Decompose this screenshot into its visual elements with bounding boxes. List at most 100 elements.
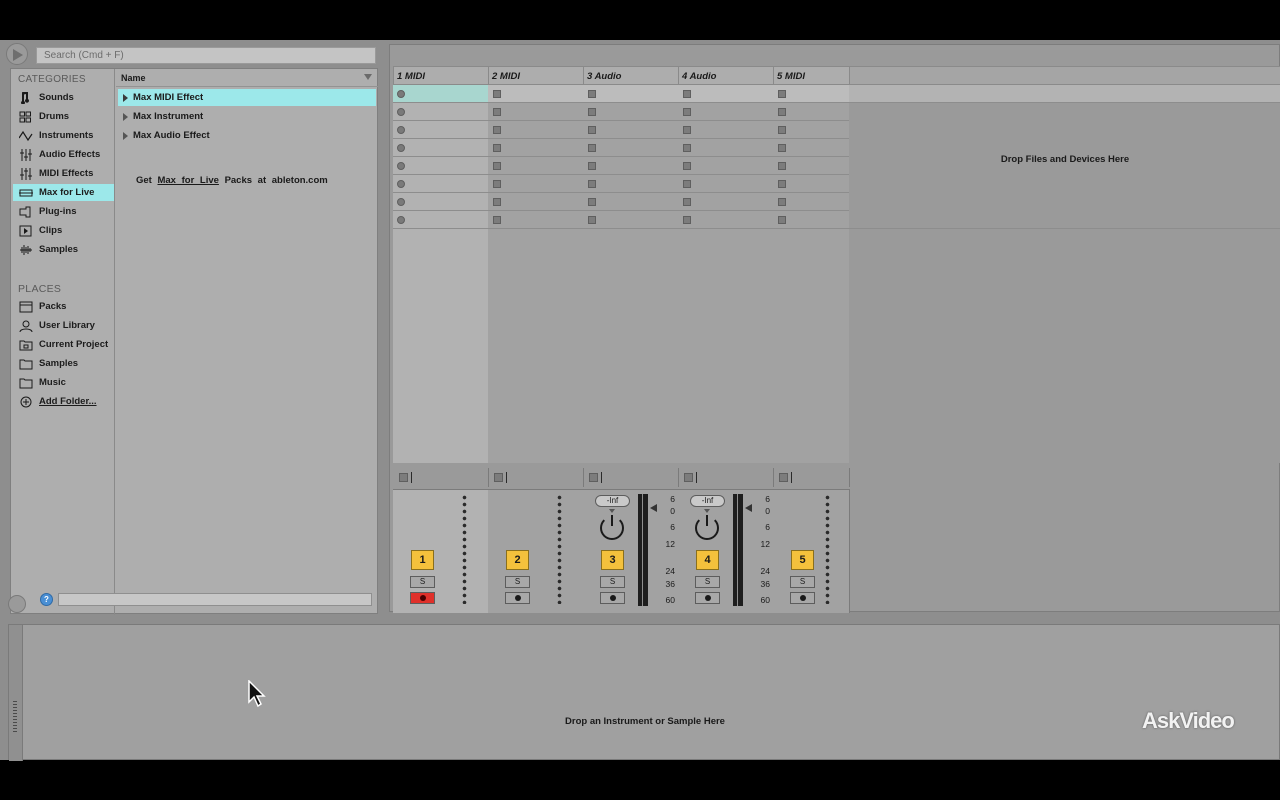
track-header-3[interactable]: 3 Audio [583, 66, 679, 85]
clip-slot[interactable] [773, 121, 849, 139]
solo-button[interactable]: S [695, 576, 720, 588]
sidebar-item-current-project[interactable]: Current Project [13, 336, 114, 353]
clip-slot[interactable] [773, 211, 849, 229]
arm-button[interactable] [790, 592, 815, 604]
clip-slot[interactable] [393, 157, 488, 175]
track-io-2[interactable] [488, 468, 584, 487]
clip-slot[interactable] [393, 193, 488, 211]
track-io-3[interactable] [583, 468, 679, 487]
expand-arrow-icon[interactable] [123, 131, 128, 140]
track-header-1[interactable]: 1 MIDI [393, 66, 489, 85]
track-header-2[interactable]: 2 MIDI [488, 66, 584, 85]
expand-arrow-icon[interactable] [123, 112, 128, 121]
track-activator-button[interactable]: 3 [601, 550, 624, 570]
track-io-4[interactable] [678, 468, 774, 487]
clip-slot[interactable] [678, 85, 773, 103]
arm-button[interactable] [410, 592, 435, 604]
track-header-4[interactable]: 4 Audio [678, 66, 774, 85]
clip-slot[interactable] [583, 175, 678, 193]
arm-button[interactable] [695, 592, 720, 604]
clip-slot[interactable] [393, 103, 488, 121]
track-io-1[interactable] [393, 468, 489, 487]
clip-slot[interactable] [773, 157, 849, 175]
sidebar-item-instruments[interactable]: Instruments [13, 127, 114, 144]
stop-button-icon[interactable] [399, 473, 408, 482]
clip-slot[interactable] [678, 121, 773, 139]
clip-slot[interactable] [678, 193, 773, 211]
clip-slot[interactable] [583, 85, 678, 103]
track-activator-button[interactable]: 4 [696, 550, 719, 570]
sidebar-item-sounds[interactable]: Sounds [13, 89, 114, 106]
sidebar-item-audio-effects[interactable]: Audio Effects [13, 146, 114, 163]
clip-slot[interactable] [488, 175, 583, 193]
volume-fader-icon[interactable] [745, 504, 752, 512]
volume-readout[interactable]: -Inf [690, 495, 725, 507]
sidebar-item-max-for-live[interactable]: Max for Live [13, 184, 114, 201]
clip-slot[interactable] [678, 211, 773, 229]
clip-slot[interactable] [773, 175, 849, 193]
clip-slot[interactable] [773, 103, 849, 121]
clip-slot[interactable] [393, 85, 488, 103]
clip-slot[interactable] [583, 121, 678, 139]
sidebar-item-midi-effects[interactable]: MIDI Effects [13, 165, 114, 182]
list-item[interactable]: Max Audio Effect [118, 127, 376, 144]
stop-button-icon[interactable] [779, 473, 788, 482]
info-icon[interactable]: ? [40, 593, 53, 606]
track-activator-button[interactable]: 5 [791, 550, 814, 570]
sidebar-item-music[interactable]: Music [13, 374, 114, 391]
sidebar-item-samples[interactable]: Samples [13, 241, 114, 258]
sidebar-item-drums[interactable]: Drums [13, 108, 114, 125]
clip-slot[interactable] [678, 175, 773, 193]
track-io-5[interactable] [773, 468, 850, 487]
stop-button-icon[interactable] [684, 473, 693, 482]
track-activator-button[interactable]: 1 [411, 550, 434, 570]
add-folder-button[interactable]: Add Folder... [13, 393, 114, 410]
track-header-5[interactable]: 5 MIDI [773, 66, 850, 85]
clip-slot[interactable] [773, 139, 849, 157]
list-item[interactable]: Max MIDI Effect [118, 89, 376, 106]
sidebar-item-packs[interactable]: Packs [13, 298, 114, 315]
clip-slot[interactable] [583, 157, 678, 175]
clip-slot[interactable] [393, 175, 488, 193]
clip-slot[interactable] [393, 211, 488, 229]
clip-slot[interactable] [488, 157, 583, 175]
clip-slot[interactable] [488, 121, 583, 139]
clip-slot[interactable] [393, 121, 488, 139]
clip-slot[interactable] [678, 157, 773, 175]
groove-pool-icon[interactable] [8, 595, 26, 613]
clip-slot[interactable] [393, 139, 488, 157]
sort-arrow-icon[interactable] [364, 74, 372, 80]
clip-slot[interactable] [583, 211, 678, 229]
volume-readout[interactable]: -Inf [595, 495, 630, 507]
clip-slot[interactable] [488, 85, 583, 103]
clip-slot[interactable] [488, 193, 583, 211]
clip-slot[interactable] [583, 103, 678, 121]
list-item[interactable]: Max Instrument [118, 108, 376, 125]
expand-arrow-icon[interactable] [123, 93, 128, 102]
stop-button-icon[interactable] [494, 473, 503, 482]
search-input[interactable]: Search (Cmd + F) [36, 47, 376, 64]
clip-slot[interactable] [773, 85, 849, 103]
arm-button[interactable] [505, 592, 530, 604]
solo-button[interactable]: S [600, 576, 625, 588]
sidebar-item-user-library[interactable]: User Library [13, 317, 114, 334]
solo-button[interactable]: S [505, 576, 530, 588]
device-view[interactable]: Drop an Instrument or Sample Here [8, 624, 1280, 761]
clip-slot[interactable] [678, 139, 773, 157]
browser-toggle-icon[interactable] [6, 43, 28, 65]
sidebar-item-plug-ins[interactable]: Plug-ins [13, 203, 114, 220]
clip-slot[interactable] [488, 139, 583, 157]
stop-button-icon[interactable] [589, 473, 598, 482]
solo-button[interactable]: S [790, 576, 815, 588]
drop-area[interactable]: Drop Files and Devices Here [849, 85, 1280, 463]
sidebar-item-clips[interactable]: Clips [13, 222, 114, 239]
clip-slot[interactable] [583, 193, 678, 211]
sidebar-item-samples-folder[interactable]: Samples [13, 355, 114, 372]
clip-slot[interactable] [583, 139, 678, 157]
solo-button[interactable]: S [410, 576, 435, 588]
volume-fader-icon[interactable] [650, 504, 657, 512]
clip-slot[interactable] [773, 193, 849, 211]
track-activator-button[interactable]: 2 [506, 550, 529, 570]
pan-knob[interactable] [600, 515, 624, 540]
max-for-live-link[interactable]: Max for Live [157, 175, 218, 186]
